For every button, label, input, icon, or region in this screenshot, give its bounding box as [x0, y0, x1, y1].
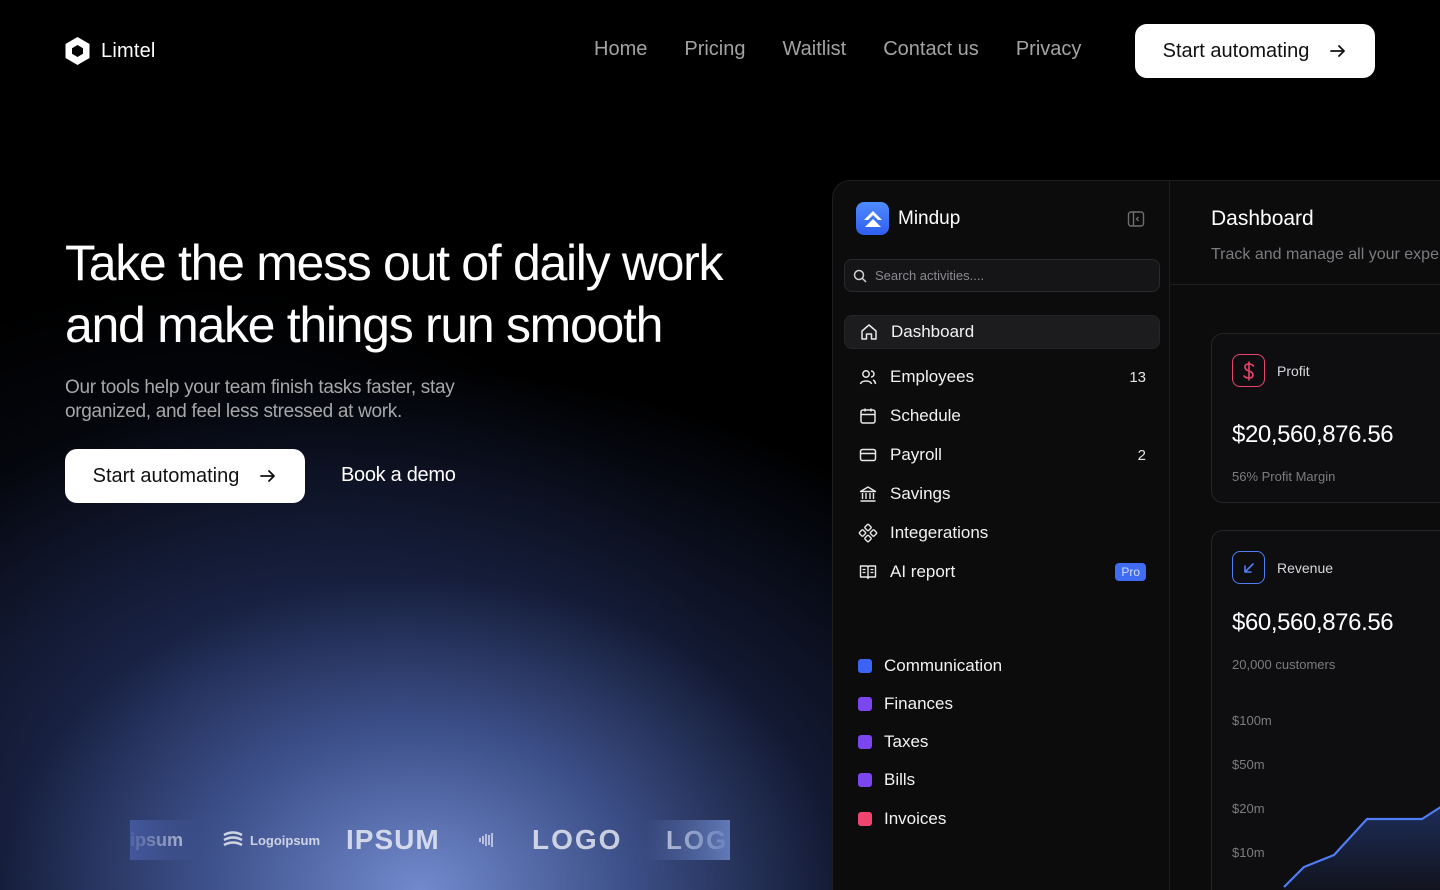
- app-sidebar: Mindup Dashboard Employees 13 Schedule P…: [833, 181, 1170, 890]
- nav-link-waitlist[interactable]: Waitlist: [783, 38, 847, 61]
- hero-subtitle-line-1: Our tools help your team finish tasks fa…: [65, 377, 455, 398]
- arrow-down-left-icon: [1232, 551, 1265, 584]
- search-bar: [844, 259, 1160, 292]
- nav-link-contact[interactable]: Contact us: [883, 38, 979, 61]
- sidebar-item-employees[interactable]: Employees 13: [844, 360, 1160, 394]
- integrations-icon: [858, 523, 878, 543]
- sidebar-item-schedule[interactable]: Schedule: [844, 399, 1160, 433]
- divider: [1171, 284, 1440, 285]
- brand[interactable]: Limtel: [64, 36, 156, 66]
- sidebar-item-savings[interactable]: Savings: [844, 477, 1160, 511]
- arrow-right-icon: [260, 470, 276, 482]
- search-icon: [853, 269, 867, 283]
- revenue-value: $60,560,876.56: [1232, 609, 1394, 636]
- bank-icon: [859, 486, 877, 502]
- revenue-line-chart: [1283, 806, 1440, 890]
- profit-card[interactable]: Profit $20,560,876.56 56% Profit Margin: [1211, 333, 1440, 503]
- profit-note: 56% Profit Margin: [1232, 469, 1336, 484]
- hero-title-line-2: and make things run smooth: [65, 297, 663, 353]
- hero-subtitle: Our tools help your team finish tasks fa…: [65, 376, 525, 424]
- nav-cta-label: Start automating: [1162, 39, 1310, 62]
- partner-logos: ipsum Logoipsum IPSUM LOGO LOGO: [130, 820, 730, 860]
- home-icon: [861, 324, 877, 340]
- arrow-right-icon: [1330, 45, 1346, 57]
- top-nav: Limtel Home Pricing Waitlist Contact us …: [0, 0, 1440, 102]
- sidebar-item-integrations[interactable]: Integerations: [844, 516, 1160, 550]
- y-tick: $100m: [1232, 713, 1272, 728]
- partner-logo-3: IPSUM: [346, 824, 440, 855]
- category-bills[interactable]: Bills: [858, 770, 915, 790]
- hero-title-line-1: Take the mess out of daily work: [65, 235, 724, 291]
- dollar-icon: [1232, 354, 1265, 387]
- dashboard-title: Dashboard: [1211, 207, 1314, 230]
- revenue-area: [1284, 807, 1440, 890]
- sidebar-item-ai-report[interactable]: AI report Pro: [844, 555, 1160, 589]
- nav-link-privacy[interactable]: Privacy: [1016, 38, 1082, 61]
- calendar-icon: [860, 408, 876, 424]
- category-color-dot: [858, 773, 872, 787]
- category-communication[interactable]: Communication: [858, 656, 1002, 676]
- sidebar-item-dashboard[interactable]: Dashboard: [844, 315, 1160, 349]
- search-input[interactable]: [875, 268, 1145, 283]
- y-tick: $50m: [1232, 757, 1265, 772]
- partner-logo-6: LOGO: [666, 824, 730, 855]
- brand-name: Limtel: [101, 39, 156, 62]
- sidebar-collapse-icon[interactable]: [1127, 210, 1145, 228]
- category-color-dot: [858, 735, 872, 749]
- payroll-count: 2: [1137, 446, 1146, 464]
- partner-logo-4: [478, 820, 496, 860]
- hero-title: Take the mess out of daily work and make…: [65, 232, 805, 356]
- nav-link-home[interactable]: Home: [594, 38, 647, 61]
- category-finances[interactable]: Finances: [858, 694, 953, 714]
- profit-label: Profit: [1277, 363, 1310, 379]
- category-color-dot: [858, 812, 872, 826]
- card-icon: [859, 448, 877, 462]
- sound-bars-icon: [479, 833, 493, 847]
- users-icon: [859, 370, 877, 385]
- partner-logo-1: ipsum: [130, 829, 184, 850]
- book-icon: [859, 565, 877, 580]
- nav-link-pricing[interactable]: Pricing: [684, 38, 745, 61]
- revenue-label: Revenue: [1277, 560, 1334, 576]
- category-color-dot: [858, 697, 872, 711]
- partner-logo-5: LOGO: [532, 824, 623, 855]
- book-demo-link[interactable]: Book a demo: [341, 464, 456, 487]
- sidebar-item-payroll[interactable]: Payroll 2: [844, 438, 1160, 472]
- hero-cta-label: Start automating: [92, 464, 240, 487]
- revenue-card[interactable]: Revenue $60,560,876.56 20,000 customers …: [1211, 530, 1440, 890]
- partner-logo-2: Logoipsum: [222, 820, 320, 860]
- nav-links: Home Pricing Waitlist Contact us Privacy: [594, 38, 1081, 61]
- employees-count: 13: [1129, 368, 1146, 386]
- hexagon-logo-icon: [65, 37, 90, 65]
- stacked-waves-icon: [223, 831, 243, 847]
- mountain-logo-icon: [856, 202, 889, 235]
- dashboard-subtitle: Track and manage all your expe: [1211, 246, 1439, 263]
- hero-start-automating-button[interactable]: Start automating: [65, 449, 305, 503]
- hero-subtitle-line-2: organized, and feel less stressed at wor…: [65, 401, 402, 422]
- dashboard-main: Dashboard Track and manage all your expe…: [1171, 181, 1440, 890]
- profit-value: $20,560,876.56: [1232, 421, 1394, 448]
- category-invoices[interactable]: Invoices: [858, 809, 946, 829]
- nav-start-automating-button[interactable]: Start automating: [1135, 24, 1375, 78]
- pro-badge: Pro: [1115, 563, 1146, 581]
- app-brand[interactable]: Mindup: [856, 202, 960, 235]
- revenue-note: 20,000 customers: [1232, 657, 1336, 672]
- category-color-dot: [858, 659, 872, 673]
- app-preview: Mindup Dashboard Employees 13 Schedule P…: [832, 180, 1440, 890]
- category-taxes[interactable]: Taxes: [858, 732, 928, 752]
- app-name: Mindup: [898, 207, 961, 229]
